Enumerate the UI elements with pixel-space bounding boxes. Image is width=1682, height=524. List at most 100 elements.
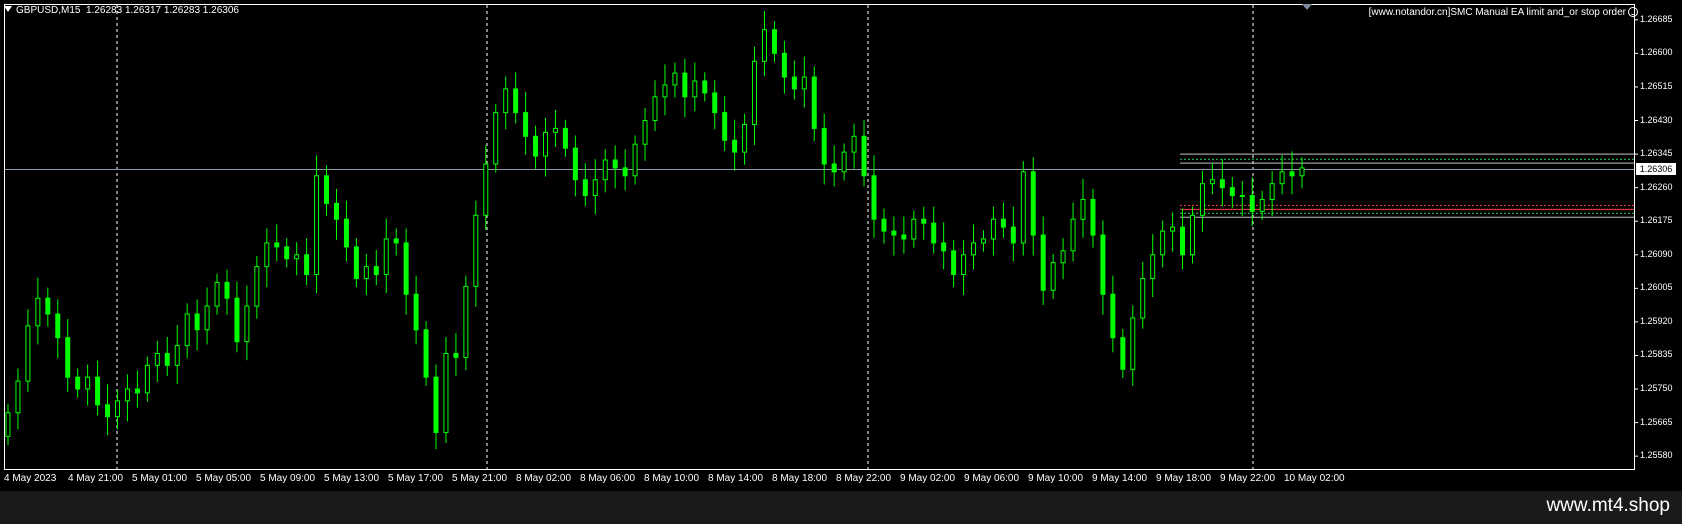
candle xyxy=(1209,163,1215,195)
symbol-header[interactable]: GBPUSD,M15 1.26283 1.26317 1.26283 1.263… xyxy=(4,5,239,16)
candle-body xyxy=(990,218,996,240)
candle xyxy=(911,210,917,248)
candle xyxy=(194,299,200,351)
candle-body xyxy=(1110,293,1116,339)
candle xyxy=(234,281,240,353)
candle xyxy=(513,72,519,124)
chart-shift-marker-icon[interactable] xyxy=(1302,4,1312,10)
plot-border xyxy=(4,4,1635,470)
price-tick-label: 1.26090 xyxy=(1640,248,1673,259)
candle xyxy=(622,149,628,191)
candle xyxy=(85,364,91,406)
candle-body xyxy=(144,364,150,394)
candle-body xyxy=(562,127,568,149)
ea-label: [www.notandor.cn]SMC Manual EA limit and… xyxy=(1369,7,1638,18)
price-tick-label: 1.25665 xyxy=(1640,416,1673,427)
candle-body xyxy=(274,242,280,248)
candle xyxy=(154,340,160,382)
candle-body xyxy=(214,281,220,307)
candle xyxy=(1090,188,1096,248)
candle xyxy=(931,206,937,254)
candle xyxy=(124,374,130,422)
time-tick-label: 8 May 06:00 xyxy=(580,473,636,484)
price-tick-label: 1.25580 xyxy=(1640,450,1673,461)
candle-body xyxy=(304,254,310,276)
candle xyxy=(254,255,260,319)
time-tick-label: 5 May 09:00 xyxy=(260,473,316,484)
candle-body xyxy=(95,376,101,406)
candle-body xyxy=(861,135,867,177)
candle-body xyxy=(453,352,459,358)
candle xyxy=(1279,155,1285,195)
candle xyxy=(712,80,718,130)
candle-body xyxy=(1170,226,1176,232)
price-tick-label: 1.25920 xyxy=(1640,315,1673,326)
candle xyxy=(552,109,558,147)
candle-body xyxy=(1229,187,1235,197)
candle-body xyxy=(791,76,797,90)
candle xyxy=(821,113,827,185)
candle xyxy=(333,188,339,240)
candle-body xyxy=(752,60,758,125)
candle xyxy=(55,299,61,359)
candlestick-chart[interactable] xyxy=(0,0,1682,491)
candle-body xyxy=(901,234,907,240)
candle-body xyxy=(154,352,160,366)
candle xyxy=(25,309,31,392)
candle xyxy=(453,332,459,376)
chart-window[interactable]: GBPUSD,M15 1.26283 1.26317 1.26283 1.263… xyxy=(0,0,1682,491)
candle-body xyxy=(622,167,628,177)
time-tick-label: 5 May 01:00 xyxy=(132,473,188,484)
candle xyxy=(572,135,578,197)
candle-body xyxy=(1020,171,1026,244)
candle xyxy=(692,62,698,112)
candle-body xyxy=(672,72,678,86)
candle-body xyxy=(403,242,409,295)
candle-body xyxy=(801,76,807,90)
candle xyxy=(1299,157,1305,189)
candle xyxy=(901,216,907,254)
time-tick-label: 5 May 21:00 xyxy=(452,473,508,484)
candle xyxy=(732,119,738,171)
candle-body xyxy=(194,313,200,331)
time-tick-label: 10 May 02:00 xyxy=(1284,473,1345,484)
candle xyxy=(592,159,598,215)
time-tick-label: 5 May 13:00 xyxy=(324,473,380,484)
candle-body xyxy=(164,352,170,366)
candle xyxy=(1100,220,1106,315)
candle xyxy=(941,222,947,270)
candle-body xyxy=(1209,179,1215,185)
candle xyxy=(881,208,887,244)
candle-body xyxy=(254,266,260,307)
candle xyxy=(781,40,787,94)
candle-body xyxy=(821,127,827,165)
candle-body xyxy=(333,202,339,220)
watermark: www.mt4.shop xyxy=(1546,495,1670,516)
candle xyxy=(533,125,539,169)
candle-body xyxy=(881,218,887,232)
candle xyxy=(1020,161,1026,256)
menu-triangle-icon[interactable] xyxy=(4,6,12,12)
candle-body xyxy=(1239,195,1245,198)
candle xyxy=(771,21,777,63)
candle xyxy=(543,117,549,177)
candle-body xyxy=(642,120,648,145)
candle xyxy=(35,277,41,345)
candle-body xyxy=(742,123,748,153)
candle-body xyxy=(1299,167,1305,177)
candle-body xyxy=(45,297,51,315)
candle-body xyxy=(602,159,608,181)
candle xyxy=(314,155,320,294)
candle xyxy=(642,107,648,161)
candle xyxy=(1130,305,1136,386)
candle xyxy=(114,390,120,430)
price-tick-label: 1.26005 xyxy=(1640,282,1673,293)
candle-body xyxy=(234,297,240,343)
candle-body xyxy=(1190,214,1196,256)
candle xyxy=(45,287,51,327)
candle xyxy=(1010,206,1016,262)
time-tick-label: 8 May 10:00 xyxy=(644,473,700,484)
candle xyxy=(752,46,758,145)
candle xyxy=(503,76,509,130)
candle xyxy=(1259,190,1265,221)
